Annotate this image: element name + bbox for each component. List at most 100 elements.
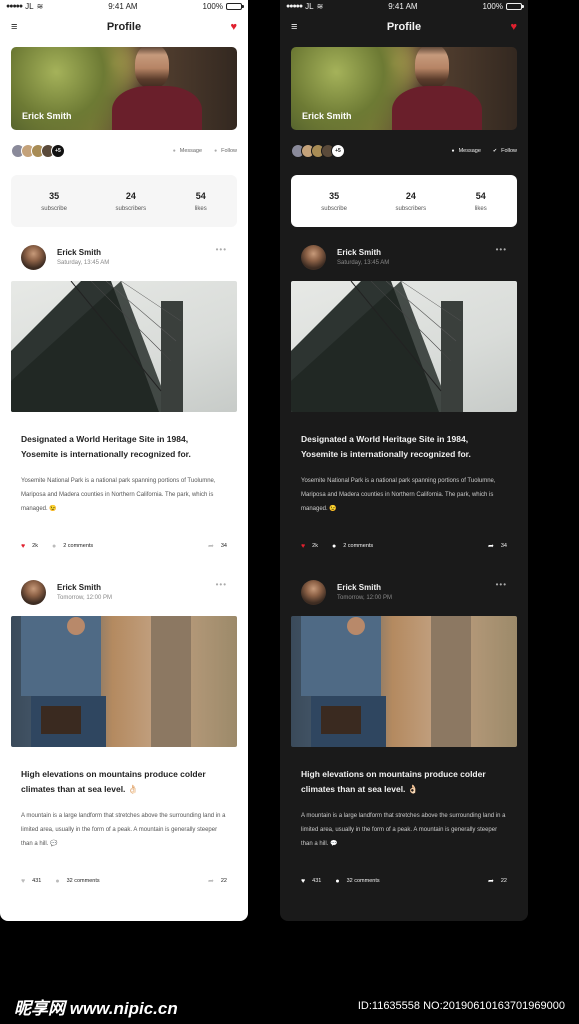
menu-icon[interactable]: ≡: [11, 21, 17, 33]
status-time: 9:41 AM: [388, 2, 418, 11]
post-card: Erick Smith Saturday, 13:45 AM ••• Desig…: [0, 243, 248, 550]
post-body: A mountain is a large landform that stre…: [21, 813, 226, 847]
follow-icon: ✔: [492, 148, 498, 154]
post-card: Erick Smith Tomorrow, 12:00 PM ••• High …: [280, 578, 528, 885]
post-time: Tomorrow, 12:00 PM: [337, 595, 393, 601]
social-row: +5 ● Message ● Follow: [0, 143, 248, 159]
like-button[interactable]: ♥ 2k: [301, 543, 318, 550]
share-button[interactable]: ➦ 34: [208, 542, 227, 550]
post-footer: ♥ 431 ● 32 comments ➦ 22: [21, 877, 227, 886]
share-icon: ➦: [488, 878, 494, 885]
status-bar: ●●●●● JL ≋ 9:41 AM 100%: [280, 0, 528, 13]
avatar[interactable]: [21, 244, 46, 270]
post-author: Erick Smith: [337, 248, 382, 257]
message-button[interactable]: ● Message: [173, 148, 202, 154]
more-followers-badge: +5: [51, 144, 65, 158]
profile-name: Erick Smith: [22, 111, 72, 121]
battery-percent: 100%: [482, 2, 503, 11]
stat-subscribers[interactable]: 24 subscribers: [115, 191, 146, 212]
share-button[interactable]: ➦ 34: [488, 542, 507, 550]
avatar[interactable]: [21, 579, 46, 605]
post-footer: ♥ 2k ● 2 comments ➦ 34: [21, 542, 227, 551]
heart-icon: ♥: [21, 542, 26, 550]
post-card: Erick Smith Saturday, 13:45 AM ••• Desig…: [280, 243, 528, 550]
more-options-icon[interactable]: •••: [216, 245, 227, 254]
comment-icon: ●: [335, 877, 340, 885]
share-icon: ➦: [208, 543, 214, 550]
heart-icon: ♥: [301, 542, 306, 550]
wifi-icon: ≋: [316, 2, 324, 11]
follow-icon: ●: [214, 148, 218, 154]
follower-avatars[interactable]: +5: [11, 144, 65, 158]
post-body: Yosemite National Park is a national par…: [21, 478, 216, 512]
like-button[interactable]: ♥ 431: [301, 878, 321, 885]
message-icon: ●: [172, 148, 176, 154]
battery-icon: [226, 3, 244, 10]
stat-subscribe[interactable]: 35 subscribe: [41, 191, 67, 212]
like-button[interactable]: ♥ 431: [21, 878, 41, 885]
more-options-icon[interactable]: •••: [216, 580, 227, 589]
post-time: Saturday, 13:45 AM: [57, 260, 110, 266]
share-button[interactable]: ➦ 22: [208, 877, 227, 885]
comments-button[interactable]: ● 2 comments: [52, 543, 93, 550]
stat-subscribe[interactable]: 35 subscribe: [321, 191, 347, 212]
post-body: Yosemite National Park is a national par…: [301, 478, 496, 512]
avatar[interactable]: [301, 244, 326, 270]
share-icon: ➦: [208, 878, 214, 885]
comments-button[interactable]: ● 2 comments: [332, 543, 373, 550]
post-title: High elevations on mountains produce col…: [21, 769, 206, 794]
share-icon: ➦: [488, 543, 494, 550]
heart-icon[interactable]: ♥: [230, 21, 237, 33]
status-bar: ●●●●● JL ≋ 9:41 AM 100%: [0, 0, 248, 13]
post-title: Designated a World Heritage Site in 1984…: [301, 434, 471, 459]
follow-button[interactable]: ✔ Follow: [493, 148, 517, 154]
dark-phone-screen: ●●●●● JL ≋ 9:41 AM 100% ≡ Profile ♥ Eric…: [280, 0, 528, 921]
post-image-hiker[interactable]: [11, 616, 237, 747]
menu-icon[interactable]: ≡: [291, 21, 297, 33]
signal-icon: ●●●●●: [286, 3, 303, 10]
carrier-label: JL: [25, 2, 34, 11]
heart-icon: ♥: [301, 877, 306, 885]
page-title: Profile: [106, 21, 142, 33]
message-button[interactable]: ● Message: [452, 148, 481, 154]
comments-button[interactable]: ● 32 comments: [55, 878, 99, 885]
comments-button[interactable]: ● 32 comments: [335, 878, 379, 885]
more-options-icon[interactable]: •••: [496, 580, 507, 589]
post-author: Erick Smith: [57, 583, 102, 592]
follower-avatars[interactable]: +5: [291, 144, 345, 158]
navbar: ≡ Profile ♥: [280, 13, 528, 41]
social-row: +5 ● Message ✔ Follow: [280, 143, 528, 159]
signal-icon: ●●●●●: [6, 3, 23, 10]
post-image-bridge[interactable]: [11, 281, 237, 412]
comment-icon: ●: [331, 542, 337, 550]
stats-card: 35 subscribe 24 subscribers 54 likes: [291, 175, 517, 227]
post-image-bridge[interactable]: [291, 281, 517, 412]
stat-likes[interactable]: 54 likes: [475, 191, 487, 212]
post-footer: ♥ 2k ● 2 comments ➦ 34: [301, 542, 507, 551]
follow-button[interactable]: ● Follow: [214, 148, 237, 154]
post-title: High elevations on mountains produce col…: [301, 769, 486, 794]
battery-percent: 100%: [202, 2, 223, 11]
post-time: Saturday, 13:45 AM: [337, 260, 390, 266]
post-card: Erick Smith Tomorrow, 12:00 PM ••• High …: [0, 578, 248, 885]
profile-name: Erick Smith: [302, 111, 352, 121]
stat-likes[interactable]: 54 likes: [195, 191, 207, 212]
more-followers-badge: +5: [331, 144, 345, 158]
wifi-icon: ≋: [36, 2, 44, 11]
carrier-label: JL: [305, 2, 314, 11]
heart-icon[interactable]: ♥: [510, 21, 517, 33]
status-time: 9:41 AM: [108, 2, 138, 11]
navbar: ≡ Profile ♥: [0, 13, 248, 41]
post-title: Designated a World Heritage Site in 1984…: [21, 434, 191, 459]
post-image-hiker[interactable]: [291, 616, 517, 747]
comment-icon: ●: [55, 877, 60, 885]
post-author: Erick Smith: [337, 583, 382, 592]
post-author: Erick Smith: [57, 248, 102, 257]
avatar[interactable]: [301, 579, 326, 605]
post-footer: ♥ 431 ● 32 comments ➦ 22: [301, 877, 507, 886]
share-button[interactable]: ➦ 22: [488, 877, 507, 885]
more-options-icon[interactable]: •••: [496, 245, 507, 254]
stat-subscribers[interactable]: 24 subscribers: [395, 191, 426, 212]
like-button[interactable]: ♥ 2k: [21, 543, 38, 550]
comment-icon: ●: [51, 542, 57, 550]
